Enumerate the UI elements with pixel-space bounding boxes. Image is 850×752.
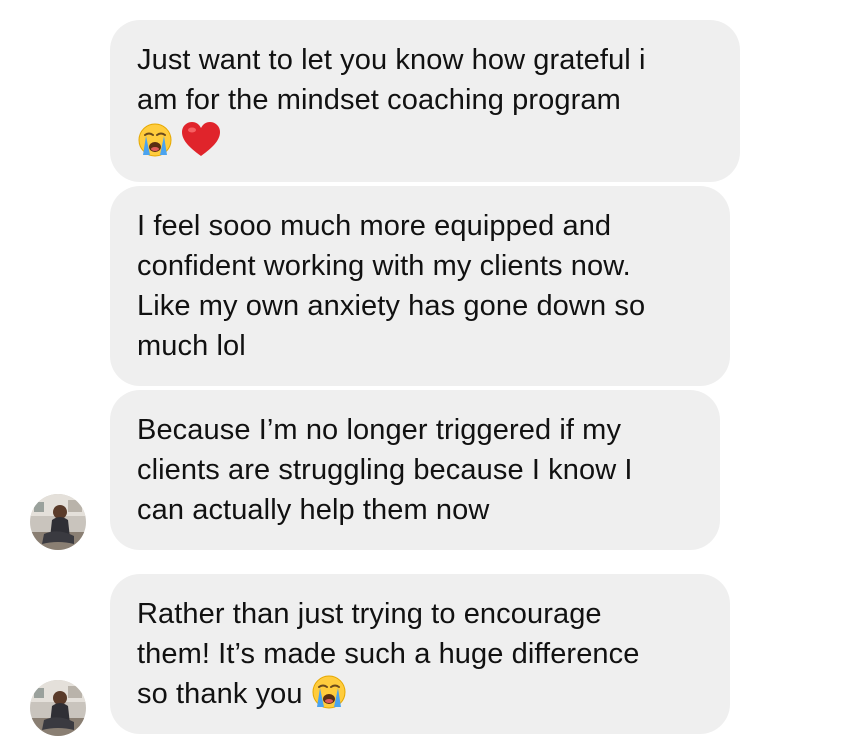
avatar[interactable] — [30, 494, 86, 550]
message-text: much lol — [137, 330, 246, 362]
message-text: I feel sooo much more equipped and — [137, 210, 612, 242]
red-heart-emoji-icon — [182, 122, 220, 156]
message-text: confident working with my clients now. — [137, 250, 631, 282]
message-text: Like my own anxiety has gone down so — [137, 290, 646, 322]
message-text: Rather than just trying to encourage — [137, 598, 602, 630]
message-text: am for the mindset coaching program — [137, 84, 621, 116]
message-bubble[interactable]: Just want to let you know how grateful i… — [110, 20, 740, 182]
message-text: Just want to let you know how grateful i — [137, 44, 646, 76]
emoji-row — [137, 120, 714, 160]
message-text: can actually help them now — [137, 494, 490, 526]
avatar[interactable] — [30, 680, 86, 736]
message-bubble[interactable]: I feel sooo much more equipped and confi… — [110, 186, 730, 386]
crying-face-emoji-icon — [312, 675, 346, 709]
message-text: them! It’s made such a huge difference — [137, 638, 640, 670]
avatar-photo — [30, 680, 86, 736]
message-text: Because I’m no longer triggered if my — [137, 414, 622, 446]
message-bubble[interactable]: Rather than just trying to encourage the… — [110, 574, 730, 734]
message-text-with-emoji: so thank you — [137, 674, 704, 714]
message-text: so thank you — [137, 678, 303, 710]
avatar-photo — [30, 494, 86, 550]
message-text: clients are struggling because I know I — [137, 454, 633, 486]
message-bubble[interactable]: Because I’m no longer triggered if my cl… — [110, 390, 720, 550]
crying-face-emoji-icon — [138, 123, 172, 157]
